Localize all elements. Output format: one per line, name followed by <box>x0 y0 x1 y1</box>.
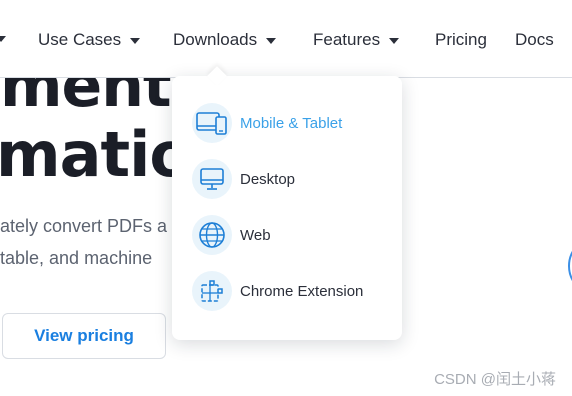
nav-item-label: Pricing <box>435 30 487 49</box>
menu-item-web[interactable]: Web <box>192 215 392 255</box>
desktop-icon <box>192 159 232 199</box>
page: ment mation ately convert PDFs a table, … <box>0 0 572 396</box>
puzzle-icon <box>192 271 232 311</box>
globe-icon <box>192 215 232 255</box>
mobile-tablet-icon <box>192 103 232 143</box>
watermark: CSDN @闰土小蒋 <box>434 371 556 388</box>
partial-circle-decoration <box>568 236 572 296</box>
chevron-down-icon <box>266 38 277 44</box>
menu-item-label: Chrome Extension <box>240 282 364 300</box>
menu-item-label: Mobile & Tablet <box>240 114 343 132</box>
nav-item-downloads[interactable]: Downloads <box>173 28 277 52</box>
nav-item-docs[interactable]: Docs <box>515 28 554 52</box>
nav-item-features[interactable]: Features <box>313 28 400 52</box>
view-pricing-button[interactable]: View pricing <box>2 313 166 359</box>
nav-item-label: Use Cases <box>38 30 122 49</box>
chevron-down-icon[interactable] <box>0 36 6 42</box>
chevron-down-icon <box>130 38 141 44</box>
hero-subtitle-line-2: table, and machine <box>0 248 153 268</box>
nav-item-use-cases[interactable]: Use Cases <box>38 28 141 52</box>
menu-item-mobile-tablet[interactable]: Mobile & Tablet <box>192 103 392 143</box>
hero-subtitle-line-1: ately convert PDFs a <box>0 216 168 236</box>
nav-item-label: Features <box>313 30 381 49</box>
menu-item-chrome-extension[interactable]: Chrome Extension <box>192 271 392 311</box>
downloads-dropdown-menu: Mobile & Tablet Desktop Web Chrome Exten… <box>172 76 402 340</box>
chevron-down-icon <box>389 38 400 44</box>
menu-item-desktop[interactable]: Desktop <box>192 159 392 199</box>
nav-item-label: Downloads <box>173 30 258 49</box>
menu-item-label: Desktop <box>240 170 296 188</box>
nav-item-pricing[interactable]: Pricing <box>435 28 487 52</box>
nav-item-label: Docs <box>515 30 554 49</box>
menu-item-label: Web <box>240 226 271 244</box>
top-navigation: Use Cases Downloads Features Pricing Doc… <box>0 0 572 78</box>
